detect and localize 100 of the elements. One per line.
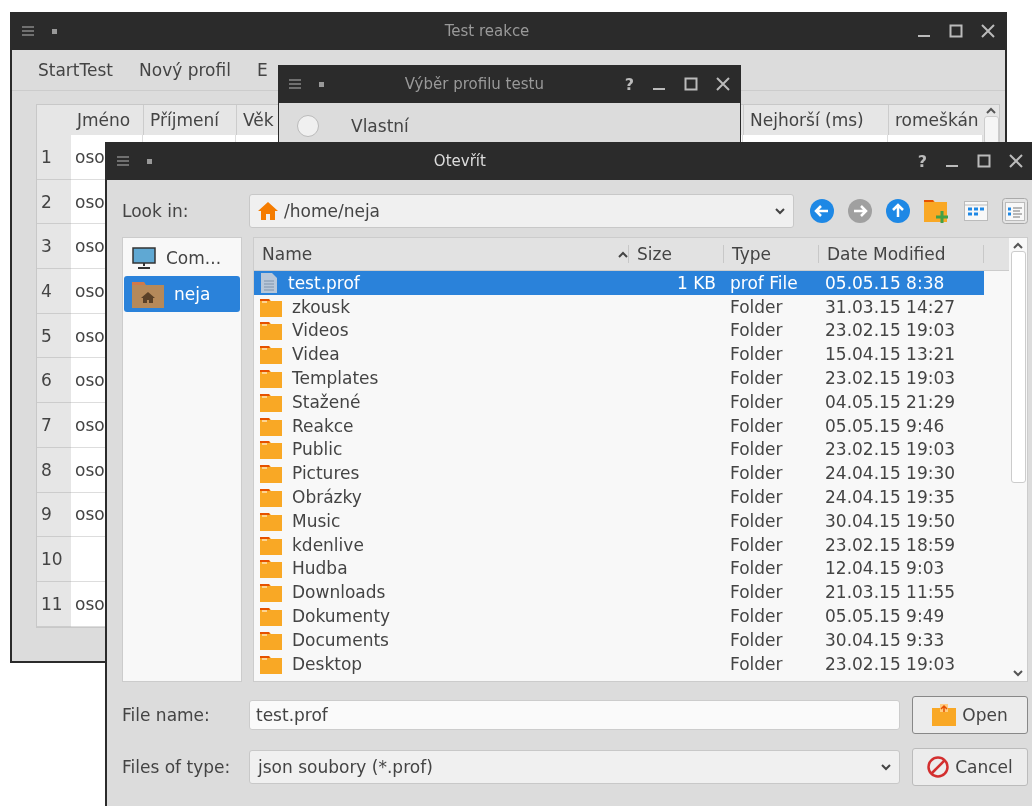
folder-icon [260,439,282,460]
file-row[interactable]: Videa Folder 15.04.15 13:21 [254,342,984,367]
file-name: kdenlive [292,534,364,555]
place-item[interactable]: neja [124,276,240,312]
file-size: 1 KB [676,272,716,293]
file-name: Hudba [292,558,348,579]
file-date: 23.02.15 19:03 [825,368,956,389]
file-row[interactable]: Stažené Folder 04.05.15 21:29 [254,390,984,414]
file-type-dropdown[interactable]: json soubory (*.prof) [249,750,900,784]
file-type: Folder [730,368,783,389]
up-icon[interactable] [886,199,910,223]
home-icon [258,201,278,221]
folder-icon [260,582,282,603]
scroll-up-icon[interactable] [1013,242,1023,249]
menu-item[interactable]: Nový profil [139,60,231,80]
file-row[interactable]: Reakce Folder 05.05.15 9:46 [254,413,984,438]
file-row[interactable]: Documents Folder 30.04.15 9:33 [254,627,984,652]
file-row[interactable]: Dokumenty Folder 05.05.15 9:49 [254,604,984,628]
file-row[interactable]: Videos Folder 23.02.15 19:03 [254,318,984,343]
file-date: 05.05.15 9:46 [825,415,945,436]
file-type: Folder [730,296,783,317]
folder-icon [260,606,282,627]
file-row[interactable]: Pictures Folder 24.04.15 19:30 [254,461,984,486]
list-view-icon[interactable] [964,201,988,221]
back-icon[interactable] [810,199,834,223]
file-name: Videa [292,344,340,365]
scroll-down-icon[interactable] [1013,670,1023,677]
file-name: Reakce [292,415,354,436]
pin-icon[interactable] [147,158,152,164]
folder-icon [260,629,282,650]
file-date: 24.04.15 19:30 [825,463,956,484]
close-icon[interactable] [716,77,730,91]
pin-icon[interactable] [52,28,57,34]
file-type: Folder [730,463,783,484]
close-icon[interactable] [1009,154,1023,168]
column-header[interactable]: Type [724,245,819,263]
file-row[interactable]: Obrázky Folder 24.04.15 19:35 [254,485,984,509]
radio-label: Vlastní [351,116,409,136]
file-name: Music [292,510,341,531]
open-button[interactable]: Open [912,696,1028,734]
column-header[interactable]: Name [254,245,629,263]
file-name: zkousk [292,296,351,317]
maximize-icon[interactable] [684,77,698,91]
folder-icon [260,487,282,508]
home-folder-icon [132,280,164,308]
scrollbar-thumb[interactable] [983,116,999,144]
cancel-button[interactable]: Cancel [912,748,1028,786]
file-name: Obrázky [292,487,362,508]
help-button[interactable]: ? [917,151,927,171]
file-date: 15.04.15 13:21 [825,344,956,365]
menu-icon[interactable] [289,79,301,89]
help-button[interactable]: ? [624,74,634,94]
maximize-icon[interactable] [977,154,991,168]
file-row[interactable]: Downloads Folder 21.03.15 11:55 [254,580,984,605]
look-in-dropdown[interactable]: /home/neja [249,194,794,228]
file-name: Templates [292,368,379,389]
file-name-field[interactable]: test.prof [249,700,900,730]
pin-icon[interactable] [319,81,324,87]
scrollbar-thumb[interactable] [1010,251,1026,483]
window-title: Test reakce [443,22,531,40]
menu-icon[interactable] [117,156,129,166]
file-date: 30.04.15 9:33 [825,629,945,650]
folder-icon [260,558,282,579]
folder-icon [260,320,282,341]
file-row[interactable]: Public Folder 23.02.15 19:03 [254,437,984,462]
folder-icon [260,463,282,484]
file-name: Pictures [292,463,360,484]
radio-button[interactable] [297,115,319,137]
file-name: Desktop [292,653,363,674]
file-date: 12.04.15 9:03 [825,558,945,579]
menu-icon[interactable] [22,26,34,36]
folder-icon [260,368,282,389]
column-header[interactable]: Jméno [71,105,143,135]
maximize-icon[interactable] [949,24,963,38]
menu-item[interactable]: StartTest [38,60,113,80]
file-row[interactable]: Templates Folder 23.02.15 19:03 [254,366,984,390]
file-row[interactable]: zkousk Folder 31.03.15 14:27 [254,294,984,319]
column-header[interactable]: Date Modified [819,245,984,263]
file-name: Dokumenty [292,606,391,627]
file-date: 05.05.15 9:49 [825,606,945,627]
close-icon[interactable] [981,24,995,38]
column-header[interactable]: Size [629,245,724,263]
file-row[interactable]: Desktop Folder 23.02.15 19:03 [254,651,984,676]
menu-item[interactable]: E [256,60,268,80]
scroll-up-icon[interactable] [986,107,996,114]
forward-icon[interactable] [848,199,872,223]
file-date: 24.04.15 19:35 [825,487,956,508]
file-name-label: File name: [122,705,211,725]
file-type: Folder [730,487,783,508]
window-title: Otevřít [432,152,487,170]
new-folder-icon[interactable] [924,199,950,223]
file-row[interactable]: Hudba Folder 12.04.15 9:03 [254,556,984,581]
file-row[interactable]: test.prof 1 KB prof File 05.05.15 8:38 [254,271,984,295]
folder-icon [260,296,282,317]
folder-icon [932,704,957,726]
file-row[interactable]: kdenlive Folder 23.02.15 18:59 [254,532,984,557]
folder-icon [260,534,282,555]
file-type: Folder [730,510,783,531]
file-name: Stažené [292,391,361,412]
file-row[interactable]: Music Folder 30.04.15 19:50 [254,508,984,533]
